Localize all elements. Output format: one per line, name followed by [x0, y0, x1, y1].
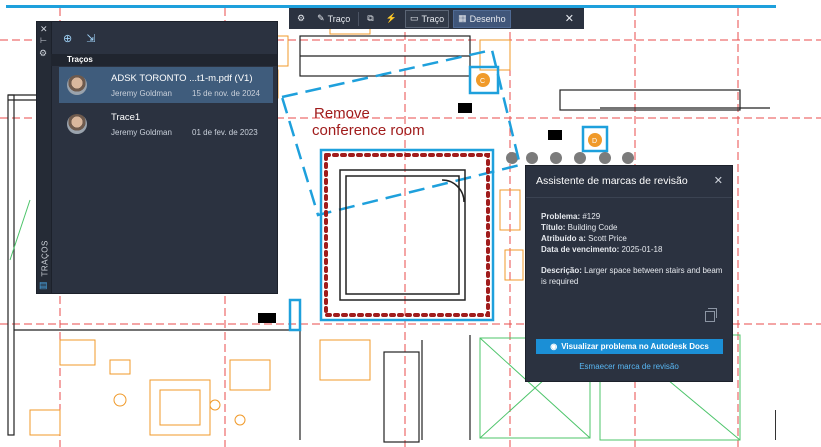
due-label: Data de vencimento: [541, 245, 620, 254]
trace-date: 15 de nov. de 2024 [192, 89, 260, 98]
copy-icon[interactable] [705, 308, 717, 322]
panel-header: Traços [51, 54, 277, 66]
trace-item[interactable]: Trace1 Jeremy Goldman 01 de fev. de 2023 [59, 106, 273, 142]
panel-rail: ✕ ⊢ ⚙ TRAÇOS ▤ [37, 22, 52, 293]
trace-label: Traço [327, 13, 351, 24]
trace-mode-label: Traço [421, 13, 445, 24]
markup-assistant-panel: Assistente de marcas de revisão ✕ Proble… [525, 165, 733, 382]
markup-text-line2: conference room [312, 122, 425, 139]
import-trace-icon[interactable]: ⇲ [86, 32, 95, 45]
avatar [67, 114, 87, 134]
description-label: Descrição: [541, 266, 582, 275]
trace-button[interactable]: ✎ Traço [313, 11, 354, 27]
trace-user: Jeremy Goldman [111, 128, 172, 137]
panel-title: Assistente de marcas de revisão [536, 175, 688, 187]
trace-name: ADSK TORONTO ...t1-m.pdf (V1) [111, 73, 253, 84]
due-value: 2025-01-18 [621, 245, 663, 254]
close-icon[interactable]: ✕ [40, 24, 48, 35]
trace-mode-icon: ▭ [409, 13, 419, 23]
issue-value: #129 [582, 212, 601, 221]
lightning-icon[interactable]: ⚡ [382, 11, 401, 27]
close-icon[interactable]: ✕ [565, 12, 580, 25]
toolbar-divider [358, 11, 360, 26]
markup-text-line1: Remove [314, 105, 370, 122]
pin-icon[interactable]: ⊢ [40, 36, 47, 45]
drawing-mode-button[interactable]: ▦ Desenho [453, 9, 511, 28]
description: Descrição: Larger space between stairs a… [541, 265, 726, 287]
room-tag-b: D [592, 138, 597, 145]
assigned-row: Atribuído a: Scott Price [541, 234, 627, 243]
drawing-mode-icon: ▦ [458, 13, 467, 23]
trace-date: 01 de fev. de 2023 [192, 128, 258, 137]
view-issue-label: Visualizar problema no Autodesk Docs [561, 342, 709, 351]
edge-line [775, 410, 776, 440]
trace-icon: ✎ [317, 13, 325, 23]
panel-tools: ⊕ ⇲ [63, 32, 95, 45]
avatar [67, 75, 87, 95]
gear-icon[interactable]: ⚙ [39, 48, 47, 59]
rail-label: TRAÇOS [40, 240, 50, 277]
trace-name: Trace1 [111, 112, 141, 123]
view-issue-button[interactable]: ◉ Visualizar problema no Autodesk Docs [536, 339, 723, 354]
issue-row: Problema: #129 [541, 212, 600, 221]
trace-toolbar: ⚙ ✎ Traço ⧉ ⚡ ▭ Traço ▦ Desenho ✕ [289, 8, 584, 29]
title-label: Título: [541, 223, 566, 232]
drawing-mode-label: Desenho [469, 13, 506, 24]
trace-user: Jeremy Goldman [111, 89, 172, 98]
due-row: Data de vencimento: 2025-01-18 [541, 245, 662, 254]
snapshot-icon[interactable]: ⧉ [363, 11, 377, 27]
traces-panel: ✕ ⊢ ⚙ TRAÇOS ▤ ⊕ ⇲ Traços ADSK TORONTO .… [36, 21, 278, 294]
trace-mode-button[interactable]: ▭ Traço [404, 9, 450, 28]
gear-icon[interactable]: ⚙ [293, 11, 309, 27]
traces-icon[interactable]: ▤ [39, 280, 48, 291]
new-trace-icon[interactable]: ⊕ [63, 32, 72, 45]
room-tag-a: C [480, 78, 485, 85]
trace-item[interactable]: ADSK TORONTO ...t1-m.pdf (V1) Jeremy Gol… [59, 67, 273, 103]
title-value: Building Code [567, 223, 618, 232]
location-pin-icon: ◉ [550, 342, 558, 351]
fade-markup-button[interactable]: Esmaecer marca de revisão [526, 362, 732, 371]
close-icon[interactable]: ✕ [714, 174, 723, 187]
divider [526, 197, 732, 198]
assigned-label: Atribuído a: [541, 234, 586, 243]
assigned-value: Scott Price [588, 234, 627, 243]
issue-label: Problema: [541, 212, 581, 221]
title-row: Título: Building Code [541, 223, 617, 232]
